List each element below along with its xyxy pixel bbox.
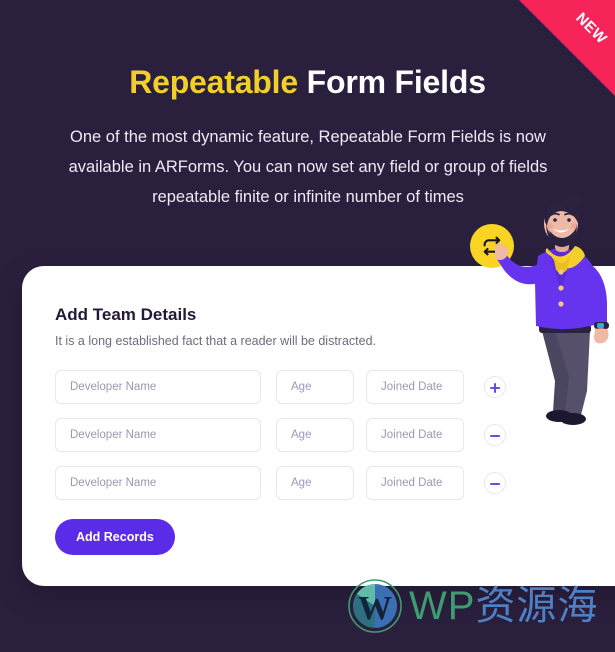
add-records-button[interactable]: Add Records (55, 519, 175, 555)
age-input[interactable]: Age (276, 418, 354, 452)
illustration-bearded-man (492, 194, 615, 426)
developer-name-input[interactable]: Developer Name (55, 418, 261, 452)
developer-name-input[interactable]: Developer Name (55, 370, 261, 404)
card-subtitle: It is a long established fact that a rea… (55, 334, 377, 348)
remove-row-button[interactable] (484, 424, 506, 446)
developer-name-input[interactable]: Developer Name (55, 466, 261, 500)
ribbon-triangle (519, 0, 615, 96)
table-row: Developer Name Age Joined Date (55, 466, 506, 500)
age-input[interactable]: Age (276, 370, 354, 404)
wordpress-icon: W (347, 578, 403, 634)
card-title: Add Team Details (55, 305, 197, 324)
watermark-text-cn: 资源海 (475, 584, 599, 628)
watermark: W WP资源海 (347, 578, 598, 634)
remove-row-button[interactable] (484, 472, 506, 494)
page-title-rest: Form Fields (297, 64, 486, 100)
age-input[interactable]: Age (276, 466, 354, 500)
repeatable-rows: Developer Name Age Joined Date Developer… (55, 370, 506, 514)
page-root: NEW Repeatable Form Fields One of the mo… (0, 0, 615, 652)
svg-text:W: W (358, 590, 392, 627)
table-row: Developer Name Age Joined Date (55, 370, 506, 404)
table-row: Developer Name Age Joined Date (55, 418, 506, 452)
joined-date-input[interactable]: Joined Date (366, 466, 464, 500)
watermark-text-en: WP (409, 584, 476, 628)
joined-date-input[interactable]: Joined Date (366, 418, 464, 452)
page-title-accent: Repeatable (129, 64, 298, 100)
new-ribbon: NEW (519, 0, 615, 96)
joined-date-input[interactable]: Joined Date (366, 370, 464, 404)
